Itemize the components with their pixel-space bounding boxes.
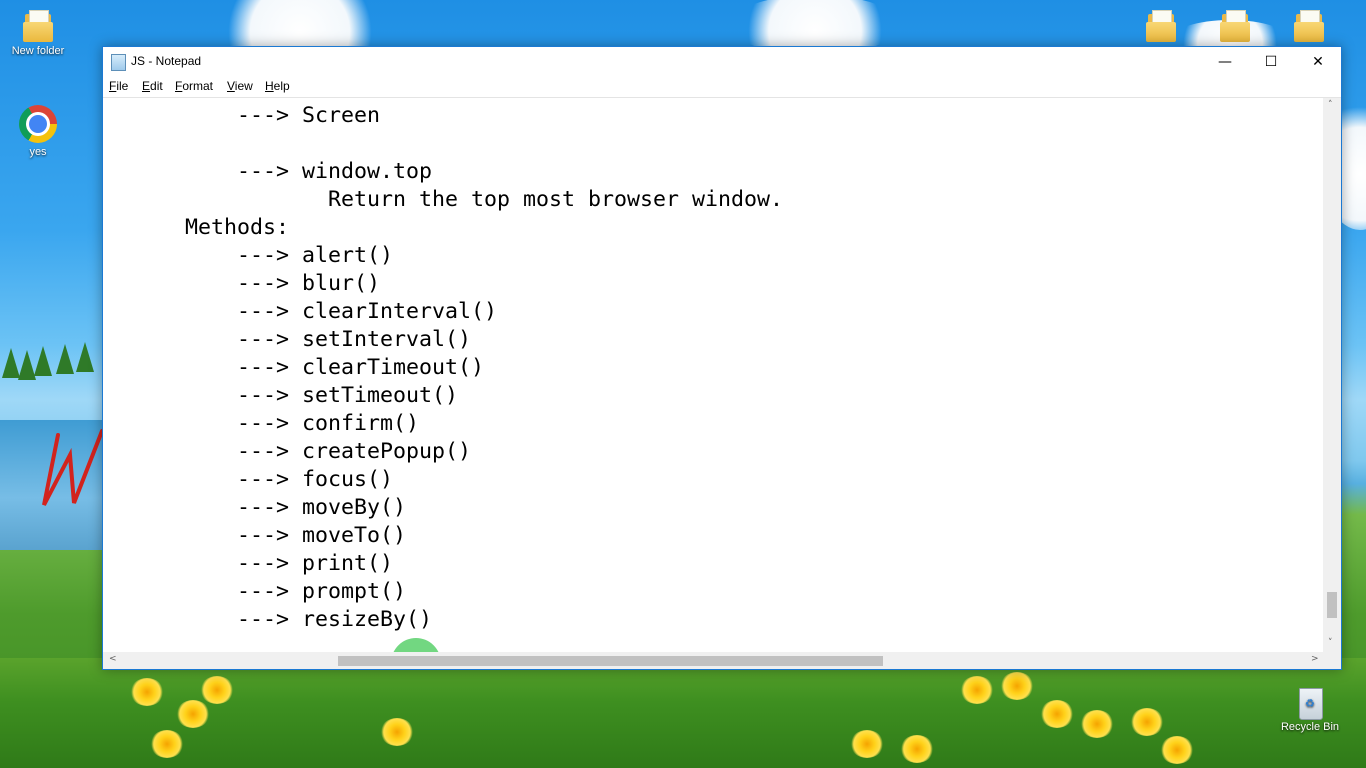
menu-help-mnemonic: H: [265, 79, 274, 93]
chrome-desktop-icon[interactable]: yes: [0, 105, 76, 158]
menu-view-label: iew: [234, 79, 253, 93]
scroll-left-arrow-icon[interactable]: <: [109, 654, 117, 664]
recycle-bin-desktop-icon[interactable]: ♻ Recycle Bin: [1272, 684, 1348, 733]
flower: [1000, 672, 1034, 700]
horizontal-scroll-thumb[interactable]: [338, 656, 883, 666]
maximize-button[interactable]: ☐: [1248, 47, 1294, 76]
chrome-icon: [19, 105, 57, 143]
vertical-scrollbar[interactable]: ˄ ˅: [1323, 98, 1341, 654]
flower: [200, 676, 234, 704]
flower: [1160, 736, 1194, 764]
flower: [850, 730, 884, 758]
tree: [76, 342, 94, 372]
flower: [380, 718, 414, 746]
notepad-window: JS - Notepad — ☐ ✕ File Edit Format View…: [102, 46, 1342, 670]
menu-help[interactable]: Help: [265, 79, 290, 93]
flower: [176, 700, 210, 728]
resize-grip[interactable]: [1323, 652, 1341, 669]
editor-text[interactable]: ---> Screen ---> window.top Return the t…: [103, 102, 783, 634]
window-title: JS - Notepad: [131, 54, 202, 68]
tree: [56, 344, 74, 374]
flower: [1130, 708, 1164, 736]
notepad-icon: [111, 54, 126, 71]
minimize-button[interactable]: —: [1202, 47, 1248, 76]
scroll-up-arrow-icon[interactable]: ˄: [1328, 100, 1333, 110]
folder-desktop-icon[interactable]: [1220, 10, 1250, 45]
scroll-right-arrow-icon[interactable]: >: [1311, 654, 1319, 664]
tree: [34, 346, 52, 376]
menu-edit-mnemonic: E: [142, 79, 151, 93]
red-scribble: [42, 429, 104, 506]
flower: [900, 735, 934, 763]
menu-edit[interactable]: Edit: [142, 79, 163, 93]
folder-icon: [1146, 10, 1176, 42]
recycle-bin-icon: ♻: [1296, 684, 1324, 720]
recycle-bin-label: Recycle Bin: [1280, 721, 1340, 733]
text-editor-area[interactable]: ---> Screen ---> window.top Return the t…: [103, 98, 1324, 654]
menu-edit-label: dit: [150, 79, 163, 93]
chrome-label: yes: [29, 146, 47, 158]
horizontal-scrollbar[interactable]: < >: [103, 652, 1324, 669]
title-bar[interactable]: JS - Notepad — ☐ ✕: [103, 47, 1341, 76]
desktop: New folder yes ♻ Recycle Bin JS - Notepa…: [0, 0, 1366, 768]
close-button[interactable]: ✕: [1295, 47, 1341, 76]
menu-format-label: ormat: [182, 79, 214, 93]
menu-file-label: ile: [116, 79, 129, 93]
menu-view-mnemonic: V: [227, 79, 235, 93]
flower: [130, 678, 164, 706]
folder-icon: [1220, 10, 1250, 42]
new-folder-label: New folder: [11, 45, 65, 57]
menu-view[interactable]: View: [227, 79, 253, 93]
menu-format[interactable]: Format: [175, 79, 213, 93]
menu-bar: File Edit Format View Help: [103, 76, 1341, 98]
new-folder-desktop-icon[interactable]: New folder: [0, 10, 76, 57]
folder-desktop-icon[interactable]: [1146, 10, 1176, 45]
vertical-scroll-thumb[interactable]: [1327, 592, 1337, 618]
folder-icon: [23, 10, 53, 42]
flower: [960, 676, 994, 704]
flower: [150, 730, 184, 758]
scroll-down-arrow-icon[interactable]: ˅: [1328, 638, 1333, 648]
menu-help-label: elp: [273, 79, 290, 93]
flower: [1080, 710, 1114, 738]
flower: [1040, 700, 1074, 728]
menu-file[interactable]: File: [109, 79, 128, 93]
folder-desktop-icon[interactable]: [1294, 10, 1324, 45]
folder-icon: [1294, 10, 1324, 42]
